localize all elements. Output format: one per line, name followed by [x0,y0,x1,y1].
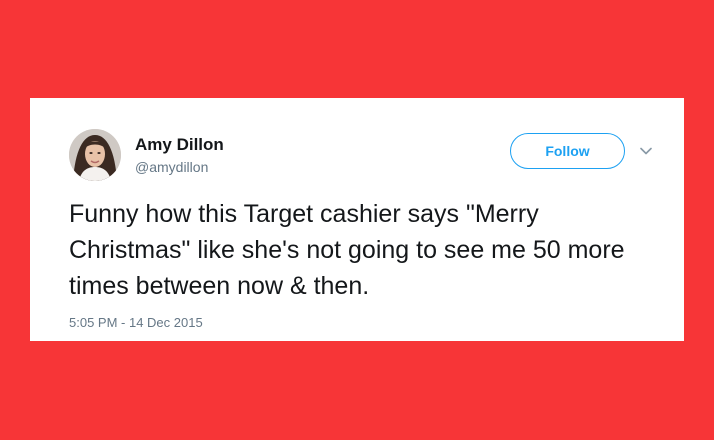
author-handle[interactable]: @amydillon [135,159,208,175]
tweet-text: Funny how this Target cashier says "Merr… [69,200,625,300]
avatar[interactable] [69,129,121,181]
follow-button[interactable]: Follow [510,133,625,169]
avatar-photo [69,129,121,181]
author-name[interactable]: Amy Dillon [135,135,224,155]
tweet-timestamp[interactable]: 5:05 PM - 14 Dec 2015 [69,315,203,330]
chevron-down-icon[interactable] [640,147,652,155]
tweet-card: Amy Dillon @amydillon Follow Funny how t… [30,98,684,341]
